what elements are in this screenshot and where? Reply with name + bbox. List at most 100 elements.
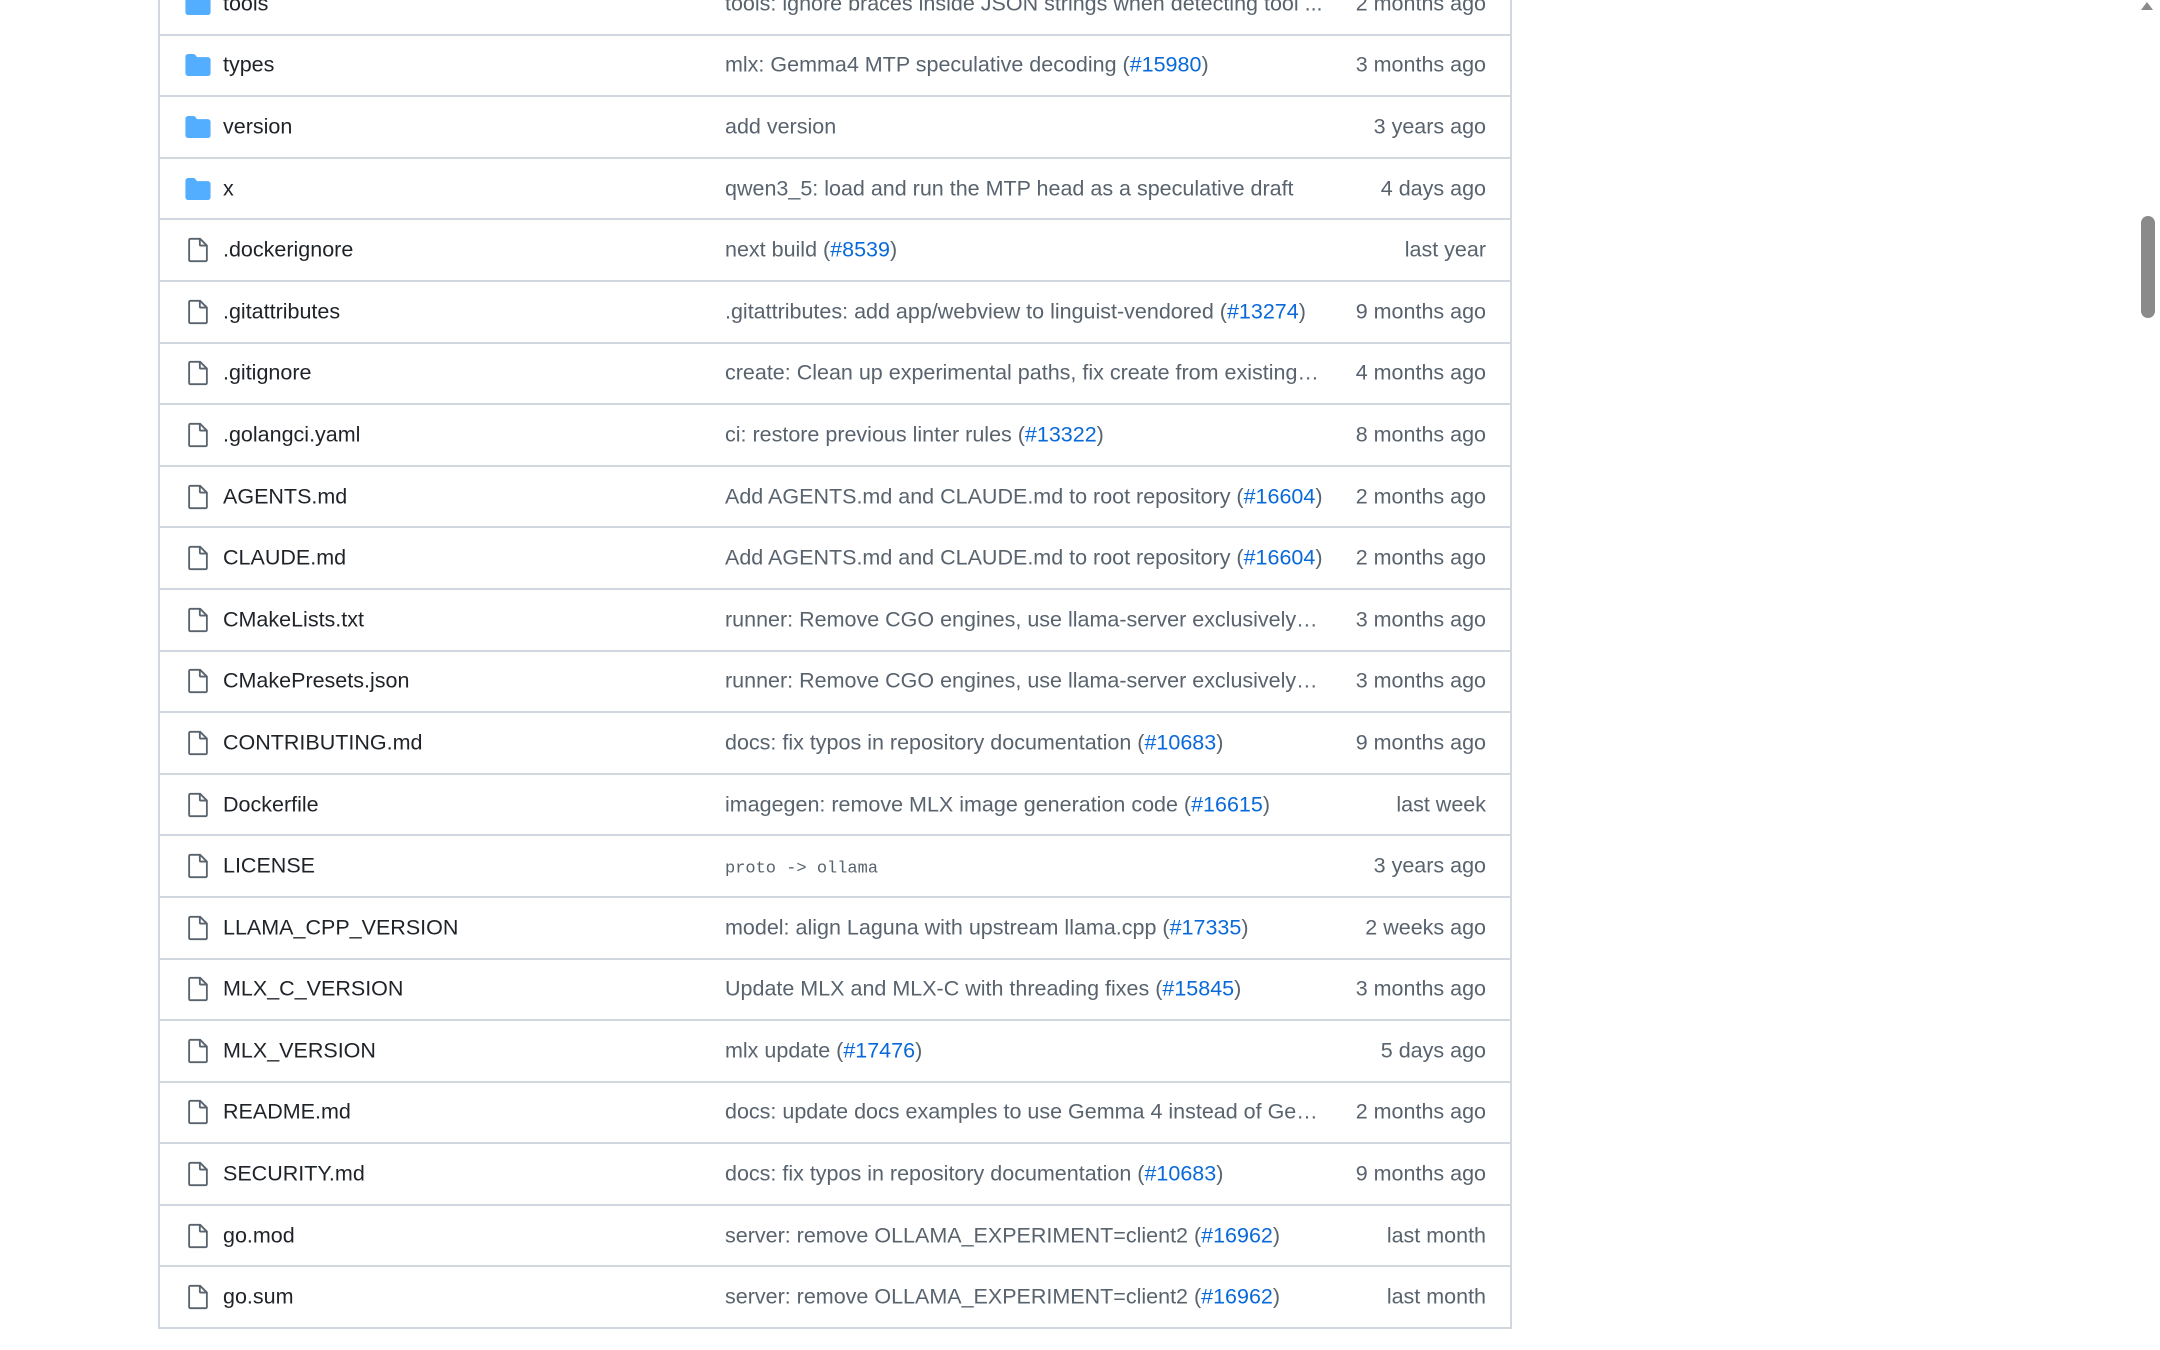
pull-request-link[interactable]: #17335	[1170, 915, 1242, 939]
commit-message-link[interactable]: docs: update docs examples to use Gemma …	[725, 1100, 1323, 1124]
table-row[interactable]: AGENTS.md Add AGENTS.md and CLAUDE.md to …	[160, 467, 1510, 529]
table-row[interactable]: CMakePresets.json runner: Remove CGO engi…	[160, 652, 1510, 714]
commit-message-link[interactable]: server: remove OLLAMA_EXPERIMENT=client2…	[725, 1285, 1201, 1309]
table-row[interactable]: .gitattributes .gitattributes: add app/we…	[160, 282, 1510, 344]
pull-request-link[interactable]: #16962	[1201, 1285, 1273, 1309]
commit-message-link[interactable]: docs: fix typos in repository documentat…	[725, 730, 1144, 754]
commit-age[interactable]: last year	[1405, 238, 1486, 263]
table-row[interactable]: go.mod server: remove OLLAMA_EXPERIMENT=c…	[160, 1206, 1510, 1268]
pull-request-link[interactable]: #8539	[830, 238, 890, 262]
commit-age[interactable]: 3 months ago	[1356, 53, 1486, 78]
pull-request-link[interactable]: #15980	[1130, 53, 1202, 77]
table-row[interactable]: CLAUDE.md Add AGENTS.md and CLAUDE.md to …	[160, 528, 1510, 590]
table-row[interactable]: MLX_C_VERSION Update MLX and MLX-C with t…	[160, 960, 1510, 1022]
file-name-link[interactable]: MLX_C_VERSION	[223, 977, 403, 1002]
pull-request-link[interactable]: #16962	[1201, 1223, 1273, 1247]
table-row[interactable]: MLX_VERSION mlx update (#17476) 5 days ago	[160, 1021, 1510, 1083]
pull-request-link[interactable]: #17476	[843, 1038, 915, 1062]
file-name-link[interactable]: x	[223, 176, 234, 201]
commit-message-link[interactable]: Update MLX and MLX-C with threading fixe…	[725, 977, 1162, 1001]
commit-age[interactable]: 4 months ago	[1356, 361, 1486, 386]
pull-request-link[interactable]: #13274	[1227, 299, 1299, 323]
table-row[interactable]: x qwen3_5: load and run the MTP head as a…	[160, 159, 1510, 221]
commit-age[interactable]: 4 days ago	[1381, 176, 1486, 201]
file-name-link[interactable]: version	[223, 114, 292, 139]
commit-message-link[interactable]: runner: Remove CGO engines, use llama-se…	[725, 669, 1323, 693]
commit-age[interactable]: 9 months ago	[1356, 1162, 1486, 1187]
table-row[interactable]: SECURITY.md docs: fix typos in repository…	[160, 1144, 1510, 1206]
table-row[interactable]: tools tools: ignore braces inside JSON st…	[160, 0, 1510, 36]
commit-age[interactable]: 2 months ago	[1356, 0, 1486, 16]
commit-age[interactable]: 9 months ago	[1356, 730, 1486, 755]
commit-message-link[interactable]: tools: ignore braces inside JSON strings…	[725, 0, 1323, 15]
file-name-link[interactable]: CMakePresets.json	[223, 669, 409, 694]
file-name-link[interactable]: .golangci.yaml	[223, 422, 360, 447]
commit-message-link[interactable]: mlx: Gemma4 MTP speculative decoding (	[725, 53, 1130, 77]
commit-message-link[interactable]: proto -> ollama	[725, 860, 878, 879]
table-row[interactable]: .dockerignore next build (#8539) last year	[160, 220, 1510, 282]
scroll-up-arrow-icon[interactable]	[2141, 2, 2153, 10]
pull-request-link[interactable]: #10683	[1144, 730, 1216, 754]
pull-request-link[interactable]: #10683	[1144, 1162, 1216, 1186]
file-name-link[interactable]: LICENSE	[223, 854, 315, 879]
file-name-link[interactable]: AGENTS.md	[223, 484, 347, 509]
table-row[interactable]: README.md docs: update docs examples to u…	[160, 1083, 1510, 1145]
table-row[interactable]: LLAMA_CPP_VERSION model: align Laguna wit…	[160, 898, 1510, 960]
commit-age[interactable]: last week	[1396, 792, 1486, 817]
file-name-link[interactable]: go.mod	[223, 1223, 295, 1248]
commit-message-link[interactable]: server: remove OLLAMA_EXPERIMENT=client2…	[725, 1223, 1201, 1247]
file-name-link[interactable]: LLAMA_CPP_VERSION	[223, 915, 458, 940]
file-name-link[interactable]: .gitignore	[223, 361, 311, 386]
file-name-link[interactable]: tools	[223, 0, 268, 16]
file-name-link[interactable]: .gitattributes	[223, 299, 340, 324]
commit-message-link[interactable]: next build (	[725, 238, 830, 262]
commit-age[interactable]: last month	[1387, 1223, 1486, 1248]
file-name-link[interactable]: CLAUDE.md	[223, 546, 346, 571]
scrollbar[interactable]	[2134, 0, 2160, 1350]
file-name-link[interactable]: MLX_VERSION	[223, 1038, 376, 1063]
commit-age[interactable]: 2 months ago	[1356, 1100, 1486, 1125]
commit-age[interactable]: 2 months ago	[1356, 546, 1486, 571]
commit-message-link[interactable]: docs: fix typos in repository documentat…	[725, 1162, 1144, 1186]
commit-message-link[interactable]: add version	[725, 114, 836, 138]
commit-age[interactable]: 9 months ago	[1356, 299, 1486, 324]
commit-age[interactable]: 3 years ago	[1374, 854, 1486, 879]
commit-age[interactable]: 3 months ago	[1356, 669, 1486, 694]
scrollbar-thumb[interactable]	[2141, 216, 2155, 318]
commit-message-link[interactable]: .gitattributes: add app/webview to lingu…	[725, 299, 1227, 323]
commit-message-link[interactable]: qwen3_5: load and run the MTP head as a …	[725, 176, 1294, 200]
file-name-link[interactable]: go.sum	[223, 1285, 294, 1310]
commit-message-link[interactable]: runner: Remove CGO engines, use llama-se…	[725, 607, 1323, 631]
commit-message-link[interactable]: model: align Laguna with upstream llama.…	[725, 915, 1170, 939]
commit-age[interactable]: 5 days ago	[1381, 1038, 1486, 1063]
commit-age[interactable]: last month	[1387, 1285, 1486, 1310]
commit-message-link[interactable]: mlx update (	[725, 1038, 843, 1062]
table-row[interactable]: Dockerfile imagegen: remove MLX image gen…	[160, 775, 1510, 837]
commit-age[interactable]: 3 years ago	[1374, 114, 1486, 139]
file-name-link[interactable]: .dockerignore	[223, 238, 353, 263]
table-row[interactable]: LICENSE proto -> ollama 3 years ago	[160, 836, 1510, 898]
commit-age[interactable]: 3 months ago	[1356, 607, 1486, 632]
table-row[interactable]: types mlx: Gemma4 MTP speculative decodin…	[160, 36, 1510, 98]
table-row[interactable]: CONTRIBUTING.md docs: fix typos in reposi…	[160, 713, 1510, 775]
table-row[interactable]: .golangci.yaml ci: restore previous linte…	[160, 405, 1510, 467]
pull-request-link[interactable]: #13322	[1025, 422, 1097, 446]
file-name-link[interactable]: types	[223, 53, 274, 78]
file-name-link[interactable]: CONTRIBUTING.md	[223, 730, 422, 755]
commit-message-link[interactable]: Add AGENTS.md and CLAUDE.md to root repo…	[725, 546, 1244, 570]
file-name-link[interactable]: CMakeLists.txt	[223, 607, 364, 632]
table-row[interactable]: .gitignore create: Clean up experimental …	[160, 344, 1510, 406]
file-name-link[interactable]: Dockerfile	[223, 792, 319, 817]
commit-message-link[interactable]: ci: restore previous linter rules (	[725, 422, 1025, 446]
table-row[interactable]: go.sum server: remove OLLAMA_EXPERIMENT=c…	[160, 1267, 1510, 1330]
file-name-link[interactable]: README.md	[223, 1100, 351, 1125]
file-name-link[interactable]: SECURITY.md	[223, 1162, 365, 1187]
table-row[interactable]: CMakeLists.txt runner: Remove CGO engines…	[160, 590, 1510, 652]
commit-age[interactable]: 8 months ago	[1356, 422, 1486, 447]
commit-age[interactable]: 2 months ago	[1356, 484, 1486, 509]
commit-age[interactable]: 3 months ago	[1356, 977, 1486, 1002]
commit-age[interactable]: 2 weeks ago	[1365, 915, 1486, 940]
commit-message-link[interactable]: Add AGENTS.md and CLAUDE.md to root repo…	[725, 484, 1244, 508]
pull-request-link[interactable]: #16604	[1244, 484, 1316, 508]
pull-request-link[interactable]: #16604	[1244, 546, 1316, 570]
